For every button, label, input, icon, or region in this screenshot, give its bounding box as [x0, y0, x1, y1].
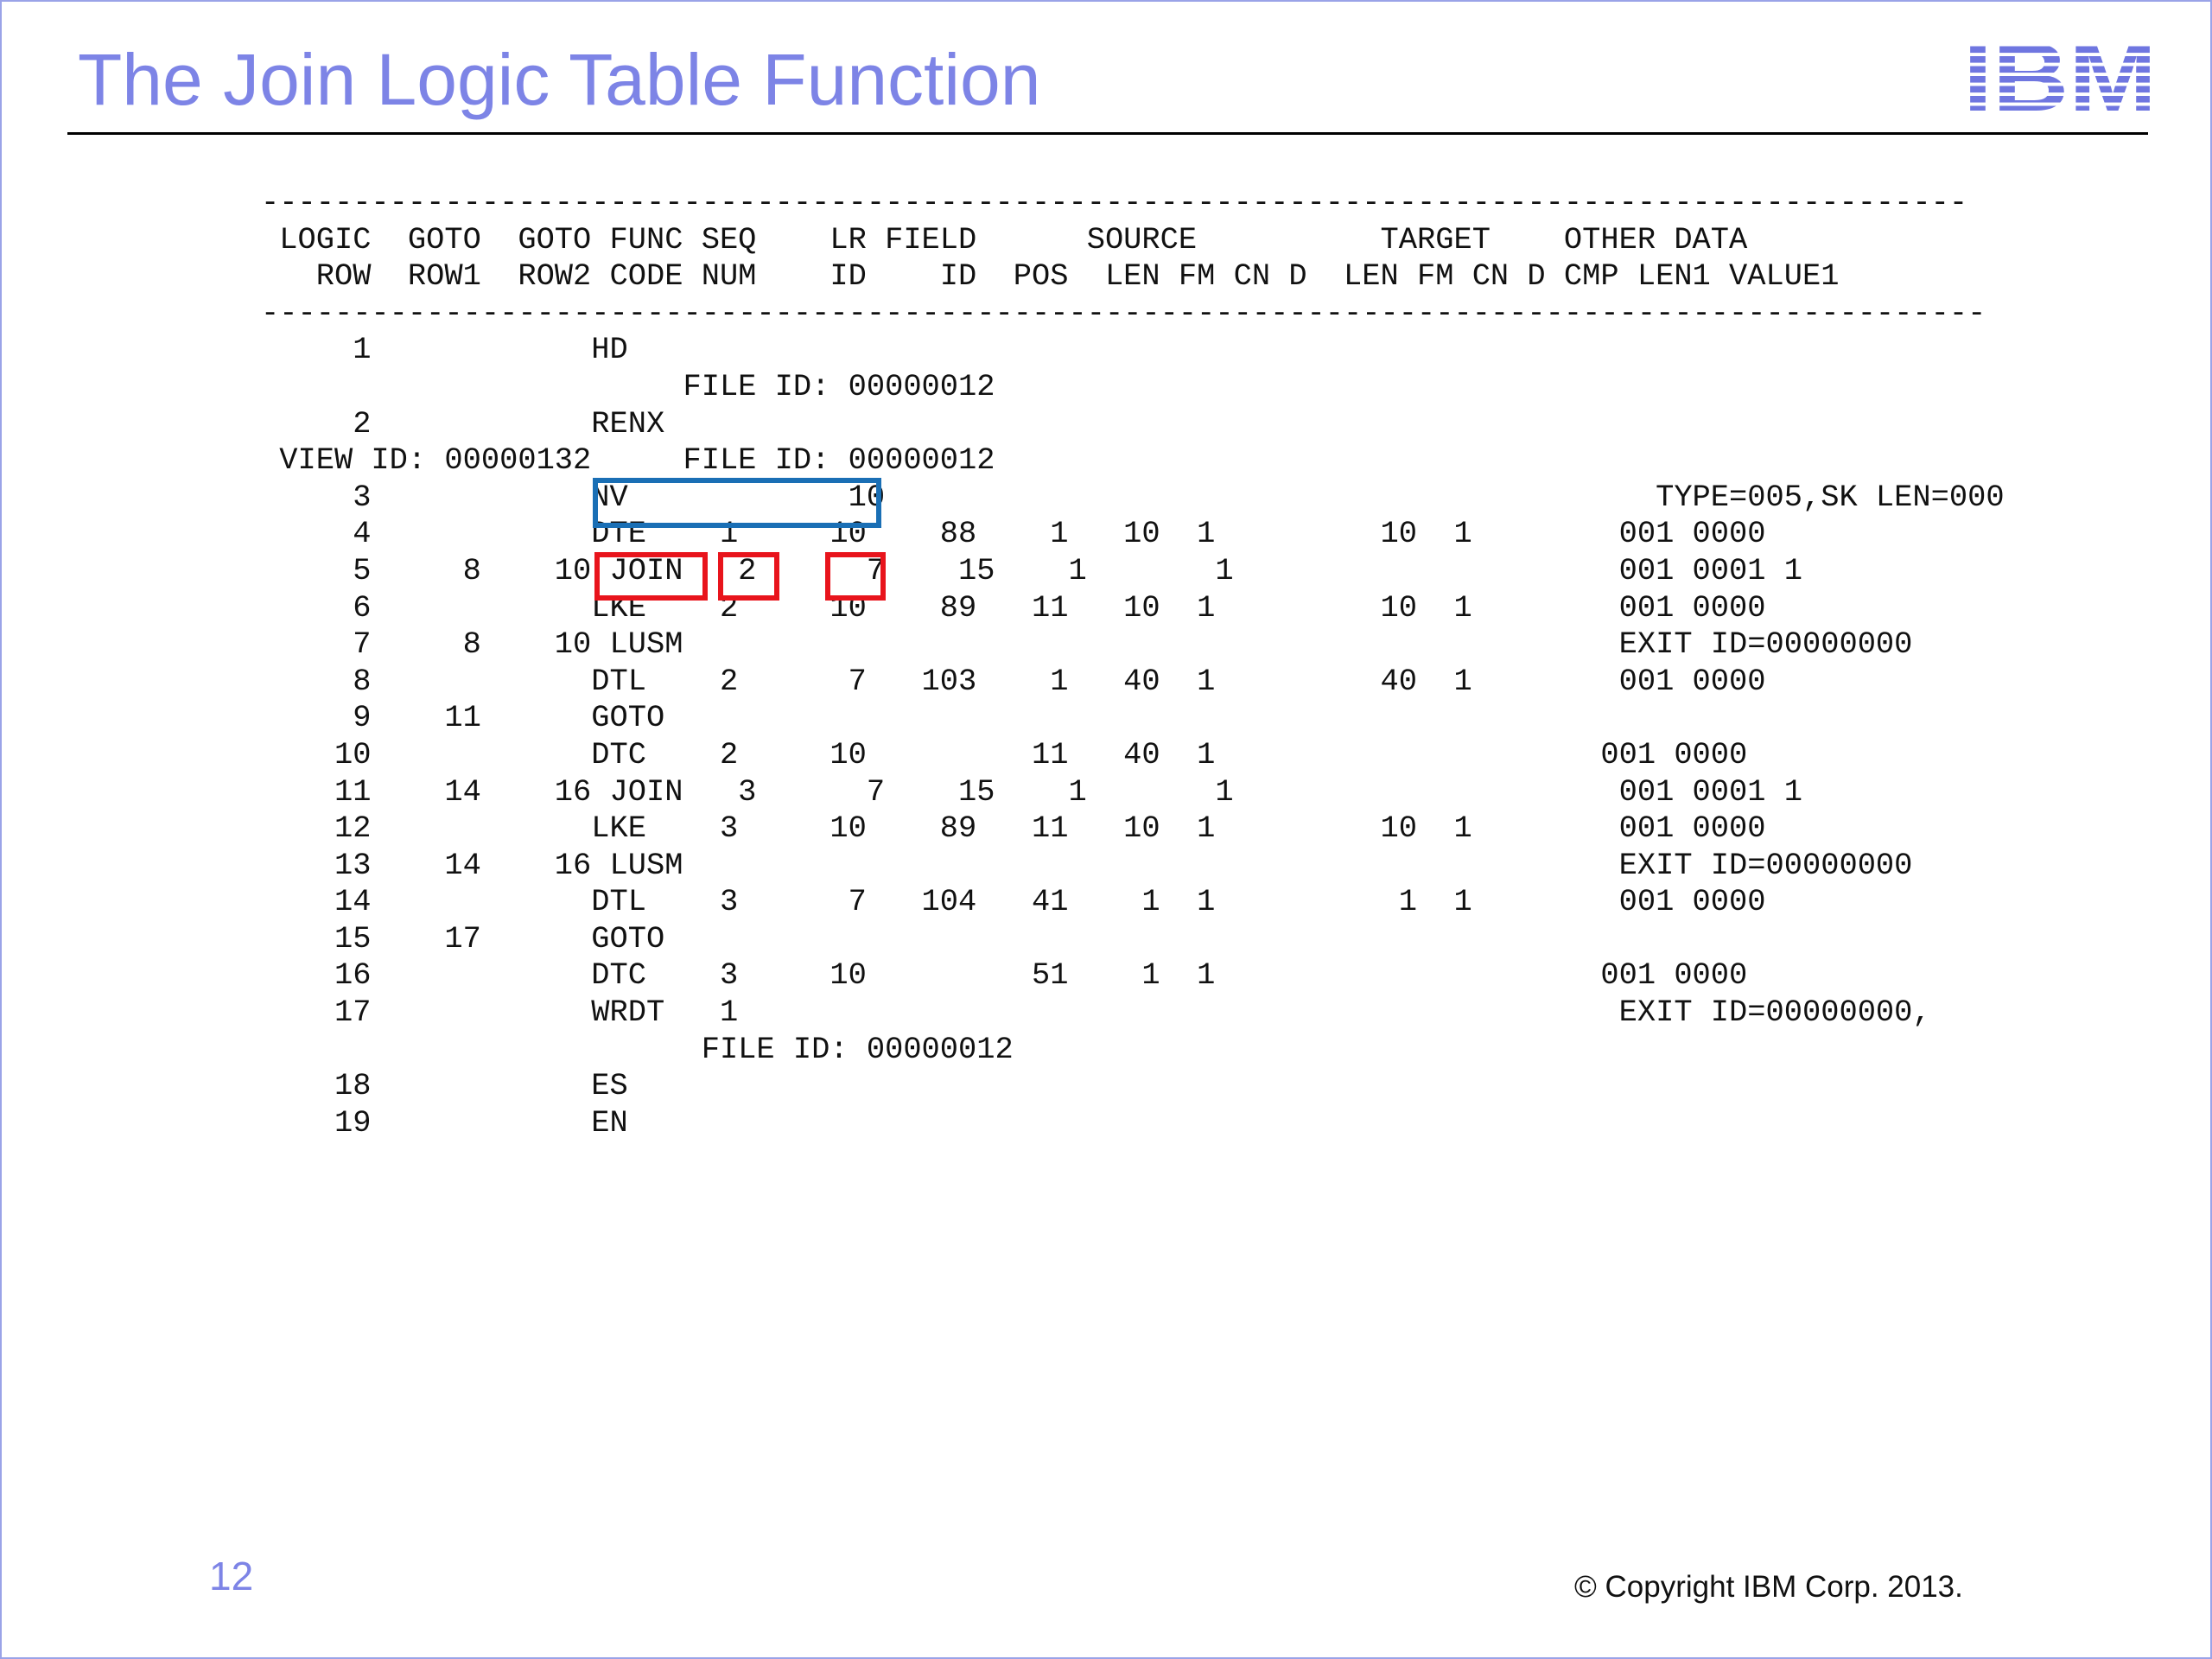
listing-row: VIEW ID: 00000132 FILE ID: 00000012	[261, 443, 995, 479]
listing-row: 15 17 GOTO	[261, 921, 665, 957]
listing-row: 2 RENX	[261, 406, 665, 442]
listing-row: 7 8 10 LUSM EXIT ID=00000000	[261, 627, 1913, 663]
listing-row: 19 EN	[261, 1105, 628, 1141]
listing-row: 12 LKE 3 10 89 11 10 1 10 1 001 0000	[261, 811, 1766, 847]
listing-row: 14 DTL 3 7 104 41 1 1 1 1 001 0000	[261, 885, 1766, 920]
listing-row: 18 ES	[261, 1069, 628, 1104]
seq-num-highlight-box	[718, 552, 779, 601]
logic-table-listing: ----------------------------------------…	[261, 185, 2005, 1141]
listing-row: 17 WRDT 1 EXIT ID=00000000,	[261, 995, 1931, 1031]
listing-row: 4 DTE 1 10 88 1 10 1 10 1 001 0000	[261, 517, 1766, 552]
copyright-notice: © Copyright IBM Corp. 2013.	[1574, 1570, 1963, 1604]
separator-line: ----------------------------------------…	[261, 186, 1968, 220]
page-number: 12	[209, 1554, 254, 1599]
listing-row: 5 8 10 JOIN 2 7 15 1 1 001 0001 1	[261, 553, 1802, 588]
listing-row: 6 LKE 2 10 89 11 10 1 10 1 001 0000	[261, 590, 1766, 626]
listing-row: 16 DTC 3 10 51 1 1 001 0000	[261, 958, 1748, 994]
listing-row: 10 DTC 2 10 11 40 1 001 0000	[261, 737, 1748, 772]
column-header-line: ROW ROW1 ROW2 CODE NUM ID ID POS LEN FM …	[261, 259, 1840, 295]
lr-id-highlight-box	[825, 552, 886, 601]
listing-row: 13 14 16 LUSM EXIT ID=00000000	[261, 848, 1913, 883]
listing-row: FILE ID: 00000012	[261, 369, 995, 404]
listing-row: FILE ID: 00000012	[261, 1032, 1014, 1067]
listing-row: 11 14 16 JOIN 3 7 15 1 1 001 0001 1	[261, 774, 1802, 810]
listing-row: 9 11 GOTO	[261, 701, 665, 736]
nv-highlight-box	[593, 478, 881, 528]
listing-row: 3 NV 10 TYPE=005,SK LEN=000	[261, 480, 2005, 515]
listing-row: 8 DTL 2 7 103 1 40 1 40 1 001 0000	[261, 664, 1766, 699]
separator-line: ----------------------------------------…	[261, 296, 1986, 331]
title-divider	[67, 132, 2148, 135]
ibm-logo: IBM	[1961, 36, 2158, 116]
slide-title: The Join Logic Table Function	[78, 39, 1041, 120]
slide: The Join Logic Table Function IBM ------…	[0, 0, 2212, 1659]
listing-row: 1 HD	[261, 333, 628, 368]
join-highlight-box	[594, 552, 708, 601]
column-header-line: LOGIC GOTO GOTO FUNC SEQ LR FIELD SOURCE…	[261, 222, 1748, 257]
